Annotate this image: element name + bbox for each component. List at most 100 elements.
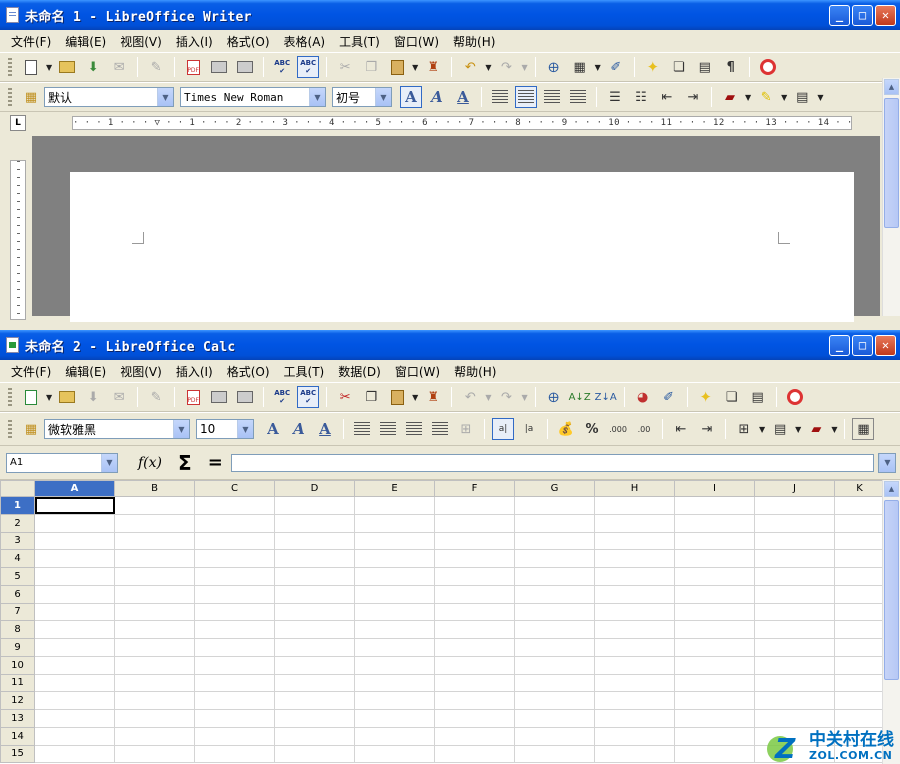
borders-icon[interactable]: ⊞	[733, 418, 755, 440]
sheet-cell[interactable]	[514, 584, 595, 604]
menu-view[interactable]: 视图(V)	[113, 33, 169, 50]
sheet-cell[interactable]	[34, 584, 115, 604]
sheet-cell[interactable]	[194, 496, 275, 515]
calc-minimize-button[interactable]: _	[829, 334, 850, 356]
chevron-down-icon[interactable]: ▼	[375, 88, 391, 106]
sheet-cell[interactable]	[674, 513, 755, 533]
function-wizard-icon[interactable]: f(x)	[138, 455, 162, 471]
decrease-indent-icon[interactable]: ⇤	[656, 86, 678, 108]
sheet-cell[interactable]	[594, 673, 675, 693]
menu-insert[interactable]: 插入(I)	[169, 33, 220, 50]
sheet-cell[interactable]	[514, 620, 595, 639]
sheet-cell[interactable]	[114, 655, 195, 675]
chevron-down-icon[interactable]: ▼	[595, 63, 601, 72]
sheet-cell[interactable]	[514, 496, 595, 515]
sheet-cell[interactable]	[34, 602, 115, 622]
menu-format[interactable]: 格式(O)	[220, 33, 277, 50]
sheet-cell[interactable]	[514, 709, 595, 728]
sheet-cell[interactable]	[434, 726, 515, 746]
auto-spellcheck-icon[interactable]: ABC ✔	[297, 386, 320, 408]
row-header[interactable]: 14	[0, 726, 35, 746]
hyperlink-icon[interactable]: 🜨	[543, 56, 565, 78]
sheet-cell[interactable]	[674, 744, 755, 764]
sheet-cell[interactable]	[354, 655, 435, 675]
horizontal-ruler[interactable]: · · · 1 · · · ▽ · · 1 · · · 2 · · · 3 · …	[72, 116, 852, 130]
sheet-cell[interactable]	[434, 709, 515, 728]
align-left-icon[interactable]	[489, 86, 511, 108]
sheet-cell[interactable]	[754, 673, 835, 693]
sheet-cell[interactable]	[514, 602, 595, 622]
undo-icon[interactable]: ↶	[459, 56, 481, 78]
chevron-down-icon[interactable]: ▼	[817, 93, 823, 102]
sheet-cell[interactable]	[674, 602, 755, 622]
sheet-cell[interactable]	[34, 673, 115, 693]
sheet-cell[interactable]	[34, 531, 115, 551]
italic-icon[interactable]: A	[426, 86, 448, 108]
toolbar-grip[interactable]	[8, 88, 12, 106]
sheet-cell[interactable]	[354, 584, 435, 604]
sheet-cell[interactable]	[594, 744, 675, 764]
chevron-down-icon[interactable]: ▼	[485, 393, 491, 402]
sheet-cell[interactable]	[274, 602, 355, 622]
help-icon[interactable]	[784, 386, 806, 408]
column-header[interactable]: F	[434, 480, 515, 497]
sheet-cell[interactable]	[674, 709, 755, 728]
sheet-cell[interactable]	[434, 567, 515, 586]
menu-help[interactable]: 帮助(H)	[446, 33, 502, 50]
sheet-cell[interactable]	[194, 549, 275, 568]
percent-format-icon[interactable]: %	[581, 418, 603, 440]
chevron-down-icon[interactable]: ▼	[412, 393, 418, 402]
formula-input[interactable]	[230, 453, 874, 472]
font-size-select[interactable]: 10 ▼	[196, 419, 254, 439]
row-header[interactable]: 6	[0, 584, 35, 604]
sheet-cell[interactable]	[754, 567, 835, 586]
column-header[interactable]: D	[274, 480, 355, 497]
help-icon[interactable]	[757, 56, 779, 78]
sheet-cell[interactable]	[354, 638, 435, 657]
sheet-cell[interactable]	[114, 744, 195, 764]
chart-icon[interactable]: ◕	[632, 386, 654, 408]
align-center-icon[interactable]	[377, 418, 399, 440]
chevron-down-icon[interactable]: ▼	[781, 93, 787, 102]
email-icon[interactable]: ✉	[108, 56, 130, 78]
sheet-cell[interactable]	[834, 549, 885, 568]
column-header[interactable]: H	[594, 480, 675, 497]
navigator-icon[interactable]: ✦	[642, 56, 664, 78]
toolbar-grip[interactable]	[8, 420, 12, 438]
menu-file[interactable]: 文件(F)	[4, 33, 58, 50]
sheet-cell[interactable]	[434, 691, 515, 710]
sheet-cell[interactable]	[34, 744, 115, 764]
sheet-cell[interactable]	[754, 531, 835, 551]
sheet-cell[interactable]	[354, 602, 435, 622]
row-header[interactable]: 9	[0, 638, 35, 657]
sheet-cell[interactable]	[354, 620, 435, 639]
sheet-cell[interactable]	[114, 620, 195, 639]
delete-decimal-icon[interactable]: .00	[633, 418, 655, 440]
toolbar-grip[interactable]	[8, 58, 12, 76]
sheet-cell[interactable]	[514, 655, 595, 675]
row-header[interactable]: 4	[0, 549, 35, 568]
new-document-icon[interactable]	[20, 56, 42, 78]
background-color-icon[interactable]: ▤	[769, 418, 791, 440]
sheet-cell[interactable]	[274, 638, 355, 657]
sheet-cell[interactable]	[194, 513, 275, 533]
sort-descending-icon[interactable]: Z↓A	[595, 386, 617, 408]
sheet-cell[interactable]	[354, 531, 435, 551]
sheet-cell[interactable]	[514, 744, 595, 764]
calc-maximize-button[interactable]: □	[852, 334, 873, 356]
underline-icon[interactable]: A	[452, 86, 474, 108]
sheet-cell[interactable]	[834, 496, 885, 515]
sheet-cell[interactable]	[434, 549, 515, 568]
merge-cells-icon[interactable]: ⊞	[455, 418, 477, 440]
print-icon[interactable]	[208, 56, 230, 78]
sheet-cell[interactable]	[34, 655, 115, 675]
sheet-cell[interactable]	[354, 691, 435, 710]
chevron-down-icon[interactable]: ▼	[745, 93, 751, 102]
sheet-cell[interactable]	[274, 513, 355, 533]
sheet-cell[interactable]	[834, 620, 885, 639]
sheet-cell[interactable]	[114, 531, 195, 551]
styles-formatting-icon[interactable]: ▦	[20, 86, 42, 108]
sheet-cell[interactable]	[434, 620, 515, 639]
calc-titlebar[interactable]: 未命名 2 - LibreOffice Calc _ □ ✕	[0, 330, 900, 360]
sheet-cell[interactable]	[594, 567, 675, 586]
